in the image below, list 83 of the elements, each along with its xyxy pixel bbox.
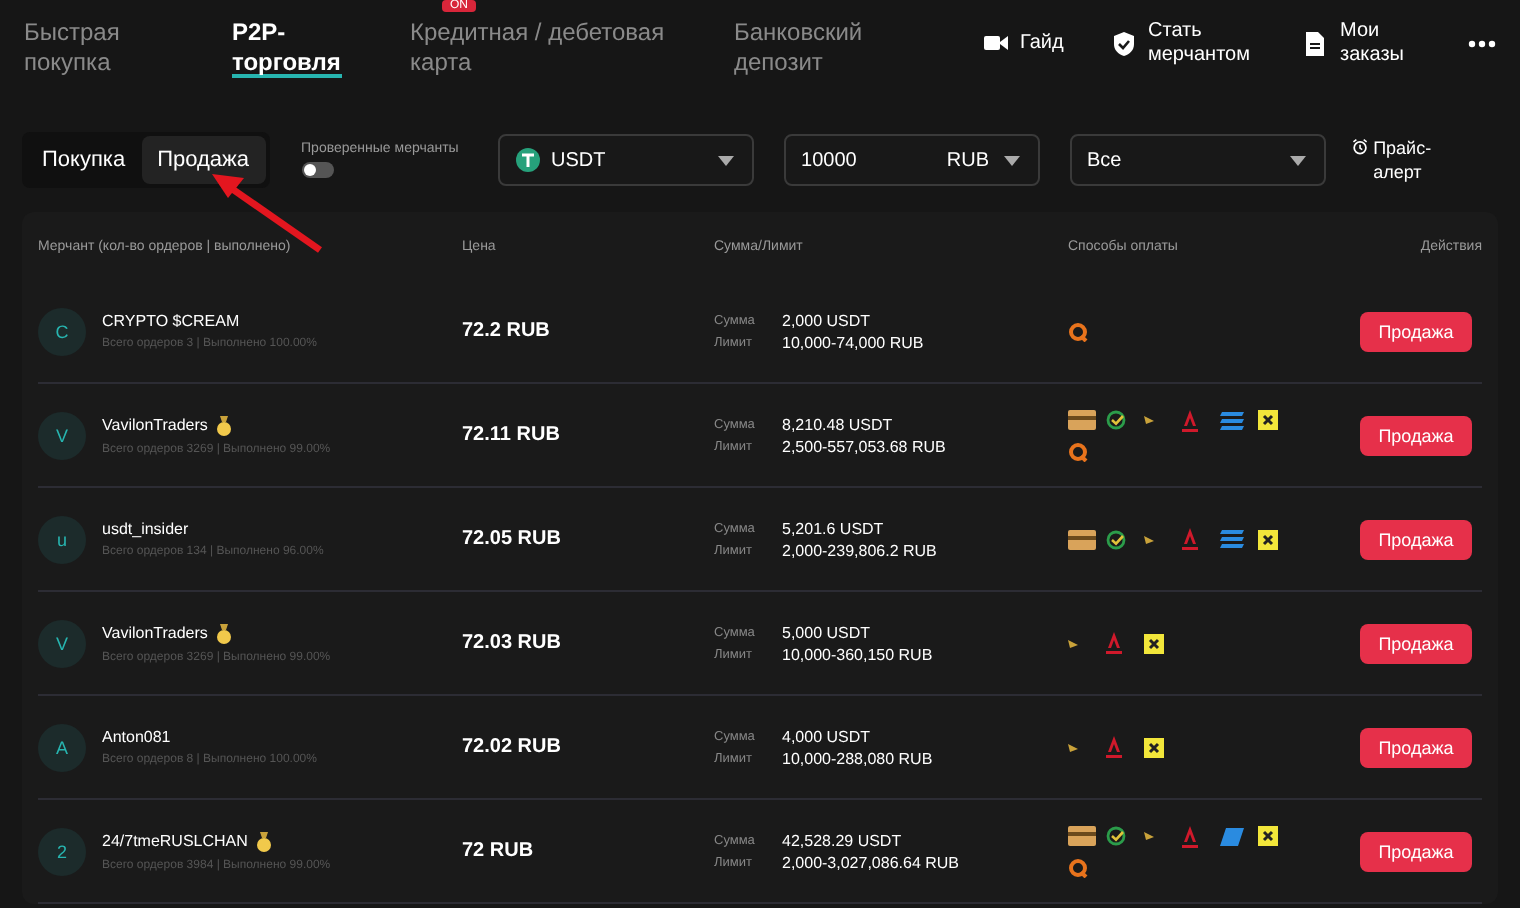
- alarm-clock-icon: [1351, 136, 1368, 158]
- merchant-name[interactable]: 24/7tmeRUSLCHAN: [102, 832, 248, 850]
- check-circle-icon: [1106, 826, 1126, 846]
- small-mark-icon: [1068, 743, 1078, 751]
- caret-icon: [1001, 153, 1022, 167]
- sell-button[interactable]: Продажа: [1360, 727, 1472, 767]
- nav-link[interactable]: Стать мерчантом: [1148, 20, 1268, 68]
- stripes-icon: [1220, 411, 1244, 429]
- price: 72.05 RUB: [462, 528, 563, 550]
- limit-value: 10,000-74,000 RUB: [782, 333, 926, 351]
- price: 72.11 RUB: [462, 424, 562, 446]
- nav-tab[interactable]: Кредитная / дебетовая карта: [410, 18, 690, 78]
- letter-a-icon: [1182, 528, 1198, 550]
- side-tab[interactable]: Продажа: [141, 136, 266, 184]
- small-mark-icon: [1144, 535, 1154, 543]
- sell-button[interactable]: Продажа: [1360, 519, 1472, 559]
- x-square-icon: [1258, 529, 1278, 549]
- nav-link[interactable]: Мои заказы: [1340, 20, 1432, 68]
- sum-value: 2,000 USDT: [782, 311, 873, 329]
- sell-button[interactable]: Продажа: [1360, 831, 1472, 871]
- avatar[interactable]: A: [38, 723, 86, 771]
- sell-button[interactable]: Продажа: [1360, 415, 1472, 455]
- card-icon: [1068, 410, 1096, 430]
- coin-dropdown[interactable]: USDT: [497, 134, 754, 186]
- sell-button[interactable]: Продажа: [1360, 623, 1472, 663]
- payment-dropdown[interactable]: Все: [1069, 134, 1326, 186]
- merchant-name[interactable]: VavilonTraders: [102, 416, 208, 434]
- more-icon[interactable]: [1468, 40, 1496, 48]
- sum-value: 8,210.48 USDT: [782, 415, 895, 433]
- nav-tab[interactable]: Быстрая покупка: [24, 18, 164, 78]
- sell-button[interactable]: Продажа: [1360, 311, 1472, 351]
- stripes-icon: [1220, 530, 1244, 548]
- small-mark-icon: [1144, 416, 1154, 424]
- merchant-name[interactable]: usdt_insider: [102, 520, 189, 538]
- small-mark-icon: [1068, 639, 1078, 647]
- verified-toggle[interactable]: [301, 162, 334, 178]
- small-mark-icon: [1144, 832, 1154, 840]
- price: 72 RUB: [462, 840, 536, 862]
- avatar[interactable]: V: [38, 411, 86, 459]
- check-circle-icon: [1106, 410, 1126, 430]
- letter-a-icon: [1182, 825, 1198, 847]
- card-icon: [1068, 826, 1096, 846]
- card-icon: [1068, 529, 1096, 549]
- sum-value: 5,201.6 USDT: [782, 519, 886, 537]
- nav-link[interactable]: Гайд: [1020, 32, 1076, 56]
- avatar[interactable]: 2: [38, 827, 86, 875]
- price-alert-link[interactable]: Прайс-алерт: [1373, 136, 1452, 184]
- amount-field[interactable]: 10000 RUB: [783, 134, 1040, 186]
- document-icon: [1304, 32, 1328, 56]
- caret-icon: [715, 153, 736, 167]
- parallelogram-icon: [1220, 827, 1244, 845]
- x-square-icon: [1258, 410, 1278, 430]
- x-square-icon: [1258, 826, 1278, 846]
- limit-value: 2,000-3,027,086.64 RUB: [782, 853, 962, 871]
- shield-icon: [1112, 32, 1136, 56]
- merchant-name[interactable]: Anton081: [102, 728, 171, 746]
- limit-value: 2,500-557,053.68 RUB: [782, 437, 948, 455]
- video-icon: [984, 32, 1008, 56]
- arrow-icon: [208, 170, 328, 254]
- nav-tab[interactable]: Банковский депозит: [734, 18, 874, 78]
- caret-icon: [1287, 153, 1308, 167]
- letter-a-icon: [1106, 736, 1122, 758]
- x-square-icon: [1144, 737, 1164, 757]
- nav-tab[interactable]: P2P-торговля: [232, 18, 342, 78]
- merchant-name[interactable]: VavilonTraders: [102, 624, 208, 642]
- avatar[interactable]: C: [38, 307, 86, 355]
- limit-value: 10,000-360,150 RUB: [782, 645, 935, 663]
- price: 72.03 RUB: [462, 632, 563, 654]
- check-circle-icon: [1106, 529, 1126, 549]
- sum-value: 42,528.29 USDT: [782, 831, 904, 849]
- avatar[interactable]: V: [38, 619, 86, 667]
- side-tab[interactable]: Покупка: [26, 136, 142, 184]
- limit-value: 10,000-288,080 RUB: [782, 749, 935, 767]
- limit-value: 2,000-239,806.2 RUB: [782, 541, 939, 559]
- sum-value: 5,000 USDT: [782, 623, 873, 641]
- price: 72.02 RUB: [462, 736, 563, 758]
- sum-value: 4,000 USDT: [782, 727, 873, 745]
- letter-a-icon: [1106, 632, 1122, 654]
- x-square-icon: [1144, 633, 1164, 653]
- price: 72.2 RUB: [462, 320, 552, 342]
- avatar[interactable]: u: [38, 515, 86, 563]
- letter-a-icon: [1182, 409, 1198, 431]
- merchant-name[interactable]: CRYPTO $CREAM: [102, 312, 240, 330]
